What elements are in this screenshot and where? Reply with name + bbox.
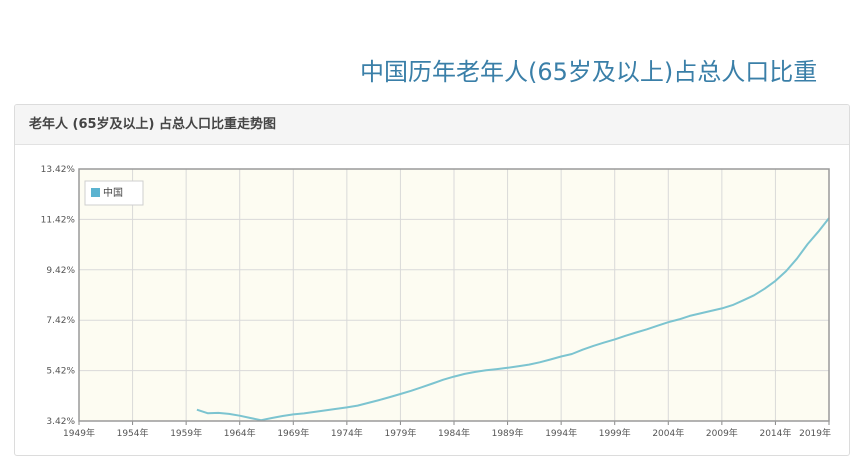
x-tick-label: 1994年: [545, 427, 577, 439]
x-tick-label: 1959年: [170, 427, 202, 439]
x-tick-label: 2009年: [706, 427, 738, 439]
y-axis-ticks: 3.42% 5.42% 7.42% 9.42% 11.42% 13.42%: [41, 165, 76, 427]
x-tick-label: 1984年: [438, 427, 470, 439]
x-tick-label: 2004年: [652, 427, 684, 439]
chart-panel: 老年人 (65岁及以上) 占总人口比重走势图 3.42% 5.42% 7.42% 9.…: [14, 104, 850, 456]
panel-heading: 老年人 (65岁及以上) 占总人口比重走势图: [15, 105, 849, 145]
x-tick-label: 1999年: [599, 427, 631, 439]
y-tick-label: 11.42%: [41, 215, 76, 225]
line-chart: 3.42%5.42%7.42%9.42%11.42%13.42% 1949年 19…: [41, 165, 831, 439]
legend-label: 中国: [103, 186, 123, 199]
x-tick-label: 1989年: [492, 427, 524, 439]
x-tick-label: 1974年: [331, 427, 363, 439]
legend-swatch: [91, 188, 100, 197]
x-tick-label: 2014年: [759, 427, 791, 439]
y-tick-label: 9.42%: [46, 266, 75, 276]
x-tick-label: 1969年: [277, 427, 309, 439]
x-tick-label: 1979年: [384, 427, 416, 439]
x-tick-label: 2019年: [799, 427, 831, 439]
y-tick-label: 3.42%: [46, 417, 75, 427]
y-tick-label: 5.42%: [46, 367, 75, 377]
y-tick-label: 7.42%: [46, 316, 75, 326]
x-axis-ticks: 1949年 1954年 1959年 1964年 1969年 1974年 1979年 1984年…: [63, 421, 831, 439]
x-tick-label: 1964年: [224, 427, 256, 439]
page-title: 中国历年老年人(65岁及以上)占总人口比重: [360, 58, 818, 86]
x-tick-label: 1954年: [117, 427, 149, 439]
x-tick-label: 1949年: [63, 427, 95, 439]
legend: 中国: [84, 180, 144, 206]
y-tick-label: 13.42%: [41, 165, 76, 175]
